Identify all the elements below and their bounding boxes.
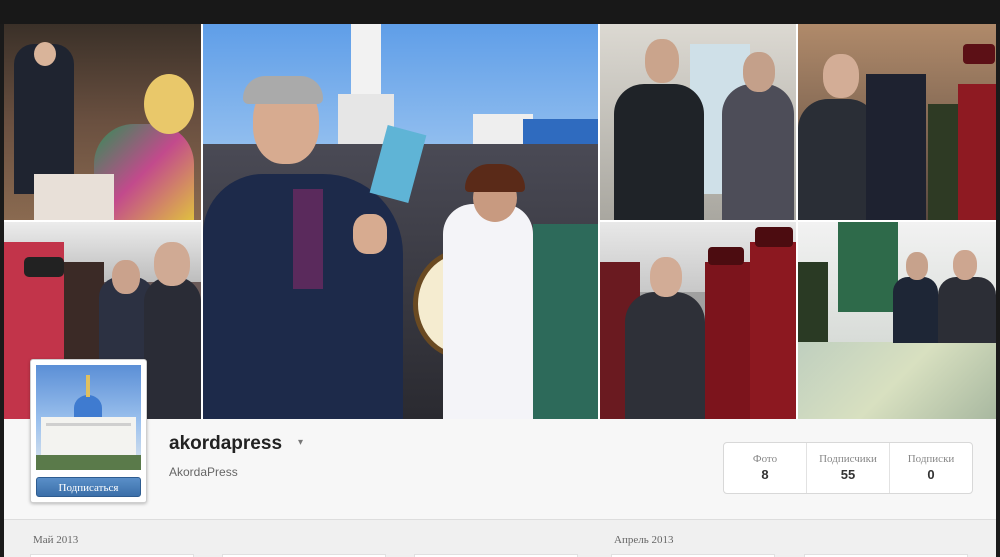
stat-value: 55 (840, 467, 856, 482)
profile-header: Подписаться akordapress ▾ AkordaPress Фо… (4, 359, 996, 520)
month-heading-april: Апрель 2013 (614, 534, 674, 546)
top-bar (0, 0, 1000, 24)
stat-following[interactable]: Подписки 0 (890, 443, 972, 493)
avatar-card: Подписаться (30, 359, 147, 503)
stats-panel: Фото 8 Подписчики 55 Подписки 0 (723, 442, 973, 494)
photo-ceremony-crowd[interactable] (4, 24, 201, 220)
photo-honor-guard[interactable] (600, 222, 796, 419)
stat-value: 0 (927, 467, 935, 482)
profile-page: Подписаться akordapress ▾ AkordaPress Фо… (4, 24, 996, 557)
photo-drum-celebration[interactable] (203, 24, 598, 419)
username: akordapress (169, 433, 283, 454)
cover-photo-mosaic (4, 24, 996, 419)
photo-guard-greeting[interactable] (798, 24, 996, 220)
stat-followers[interactable]: Подписчики 55 (807, 443, 890, 493)
avatar[interactable] (36, 365, 141, 470)
chevron-down-icon[interactable]: ▾ (298, 437, 303, 448)
photo-officials-meeting[interactable] (600, 24, 796, 220)
stat-label: Подписки (907, 453, 955, 465)
follow-button[interactable]: Подписаться (36, 477, 141, 497)
month-heading-may: Май 2013 (33, 534, 79, 546)
stat-label: Подписчики (819, 453, 877, 465)
full-name: AkordaPress (169, 465, 238, 479)
photo-model-viewing[interactable] (798, 222, 996, 419)
stat-photos[interactable]: Фото 8 (724, 443, 807, 493)
stat-value: 8 (761, 467, 769, 482)
stat-label: Фото (752, 453, 778, 465)
